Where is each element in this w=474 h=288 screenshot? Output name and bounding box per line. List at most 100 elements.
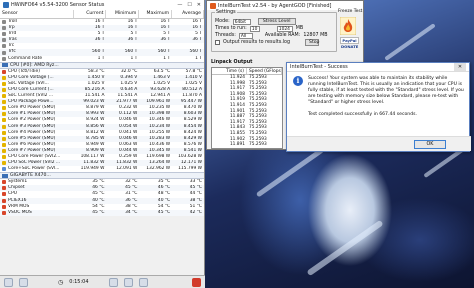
column-average[interactable]: Average	[172, 10, 204, 18]
power-sensor-icon	[2, 94, 6, 99]
sensor-min-value: 12.091 W	[116, 166, 138, 172]
sensor-name-cell: Core+SoC Power (SVI...	[0, 166, 74, 172]
sensor-sensor-icon	[2, 20, 6, 25]
motherboard-sensor-rows: System1 35 °C 32 °C 35 °C 33 °C Chipset 46 °C 4…	[0, 179, 204, 216]
close-sensors-button[interactable]	[192, 277, 201, 287]
memory-timing-rows: Troll 16 T 16 T 16 T 16 T Trp 16 T 16 T 16 T 16 T…	[0, 19, 204, 62]
sensor-label: VSOC MOS	[8, 209, 32, 215]
memory-size-input[interactable]: 1024	[276, 25, 293, 32]
mode-label: Mode:	[215, 19, 230, 24]
nav-right-button[interactable]	[19, 277, 28, 287]
sensor-label: Command Rate	[8, 55, 43, 61]
power-sensor-icon	[2, 148, 6, 153]
ok-button[interactable]: OK	[414, 140, 446, 149]
reset-button[interactable]	[123, 277, 133, 287]
sensor-avg-value: 1 T	[195, 55, 202, 61]
clock-icon: ◷	[58, 278, 64, 286]
column-current[interactable]: Current	[74, 10, 107, 18]
cpu-chip-icon	[2, 63, 8, 68]
hwinfo-toolbar: ◷ 0:15:04	[0, 275, 205, 288]
power-sensor-icon	[2, 100, 6, 105]
sensor-row[interactable]: VSOC MOS 45 °C 34 °C 45 °C 42 °C	[0, 209, 204, 216]
column-time[interactable]: Time (s)	[212, 68, 247, 74]
temp-sensor-icon	[2, 210, 6, 215]
sensor-current-value: 45 °C	[92, 209, 105, 215]
report-button[interactable]	[108, 277, 118, 287]
stress-level-dropdown[interactable]: Stress Level	[257, 18, 296, 25]
temp-sensor-icon	[2, 69, 6, 74]
clock-sensor-icon	[2, 167, 6, 172]
hwinfo-titlebar[interactable]: HWiNFO64 v5.54-3200 Sensor Status — ☐ ✕	[0, 0, 204, 10]
linpack-result-row: 11.891 75.2593	[212, 142, 282, 148]
sensor-group-motherboard[interactable]: GIGABYTE X470...	[0, 172, 204, 180]
sensor-sensor-icon	[2, 26, 6, 31]
sensor-avg-value: 115.799 W	[178, 166, 202, 172]
sensor-group-cpu[interactable]: CPU [#0]: AMD Ryz...	[0, 61, 204, 69]
sensor-list: Troll 16 T 16 T 16 T 16 T Trp 16 T 16 T 16 T 16 T…	[0, 19, 204, 216]
success-dialog: IntelBurnTest - Success ✕ i Success! You…	[286, 62, 471, 152]
power-sensor-icon	[2, 130, 6, 135]
dialog-completion-message: Test completed successfully in 667.44 se…	[308, 112, 417, 117]
temp-sensor-icon	[2, 192, 6, 197]
times-to-run-label: Times to run:	[215, 26, 247, 31]
sensor-min-value: 1 T	[130, 55, 138, 61]
sensor-min-value: 34 °C	[125, 209, 138, 215]
settings-button[interactable]	[138, 277, 148, 287]
temp-sensor-icon	[2, 186, 6, 191]
minimize-icon[interactable]: —	[177, 2, 182, 8]
wallpaper-streak	[255, 147, 325, 198]
paypal-donate-button[interactable]: PayPal DONATE	[340, 37, 359, 49]
sensor-sensor-icon	[2, 32, 6, 37]
dialog-message: Success! Your system was able to maintai…	[308, 76, 464, 105]
result-time: 11.891	[229, 142, 245, 148]
power-sensor-icon	[2, 124, 6, 129]
sensor-row[interactable]: Command Rate 1 T 1 T 1 T 1 T	[0, 56, 204, 62]
flame-icon	[340, 17, 356, 35]
sensor-group-label: GIGABYTE X470...	[10, 173, 51, 179]
sensor-name-cell: Command Rate	[0, 56, 74, 62]
threads-label: Threads:	[215, 33, 236, 38]
hwinfo-window: HWiNFO64 v5.54-3200 Sensor Status — ☐ ✕ …	[0, 0, 205, 288]
temp-sensor-icon	[2, 180, 6, 185]
hwinfo-title: HWiNFO64 v5.54-3200 Sensor Status	[11, 2, 105, 8]
column-maximum[interactable]: Maximum	[139, 10, 173, 18]
sensor-avg-value: 42 °C	[189, 209, 202, 215]
settings-group: Settings Mode: 64bit Stress Level Times …	[211, 10, 337, 52]
output-results-checkbox[interactable]	[215, 40, 220, 45]
sensor-sensor-icon	[2, 44, 6, 49]
close-icon[interactable]: ✕	[454, 63, 466, 71]
threads-select[interactable]: All	[238, 32, 253, 39]
sensor-max-value: 45 °C	[157, 209, 171, 215]
available-ram-value: 12807 MB	[303, 33, 328, 38]
close-icon[interactable]: ✕	[197, 2, 201, 8]
hwinfo-app-icon	[3, 2, 9, 8]
elapsed-time: 0:15:04	[69, 279, 89, 285]
sensor-sensor-icon	[2, 38, 6, 43]
mode-select[interactable]: 64bit	[232, 18, 251, 25]
maximize-icon[interactable]: ☐	[187, 2, 191, 8]
sensor-max-value: 1 T	[163, 55, 171, 61]
column-sensor[interactable]: Sensor	[0, 10, 74, 18]
window-controls: — ☐ ✕	[177, 2, 201, 8]
ibt-app-icon	[210, 2, 216, 9]
column-speed[interactable]: Speed (GFlops)	[247, 68, 282, 74]
motherboard-chip-icon	[2, 173, 8, 178]
column-minimum[interactable]: Minimum	[106, 10, 140, 18]
power-sensor-icon	[2, 87, 6, 92]
times-to-run-input[interactable]: 10	[249, 25, 260, 32]
sensor-max-value: 132.962 W	[146, 166, 171, 172]
sensor-table-header: Sensor Current Minimum Maximum Average	[0, 10, 204, 19]
cpu-sensor-rows: CPU (Tctl/Tdie) 58.3 °C 32.0 °C 63.5 °C 57.8…	[0, 69, 204, 173]
power-sensor-icon	[2, 136, 6, 141]
temp-sensor-icon	[2, 204, 6, 209]
volt-sensor-icon	[2, 75, 6, 80]
dialog-footer: OK	[287, 136, 471, 151]
sensor-current-value: 119.949 W	[80, 166, 105, 172]
output-results-label: Output results to results.log	[223, 40, 291, 45]
nav-left-button[interactable]	[4, 277, 13, 287]
sensor-row[interactable]: Core+SoC Power (SVI... 119.949 W 12.091 W 1…	[0, 166, 204, 172]
dialog-titlebar[interactable]: IntelBurnTest - Success ✕	[287, 63, 469, 72]
result-gflops: 75.2593	[249, 142, 267, 148]
volt-sensor-icon	[2, 81, 6, 86]
stop-button[interactable]: Stop	[305, 39, 319, 46]
